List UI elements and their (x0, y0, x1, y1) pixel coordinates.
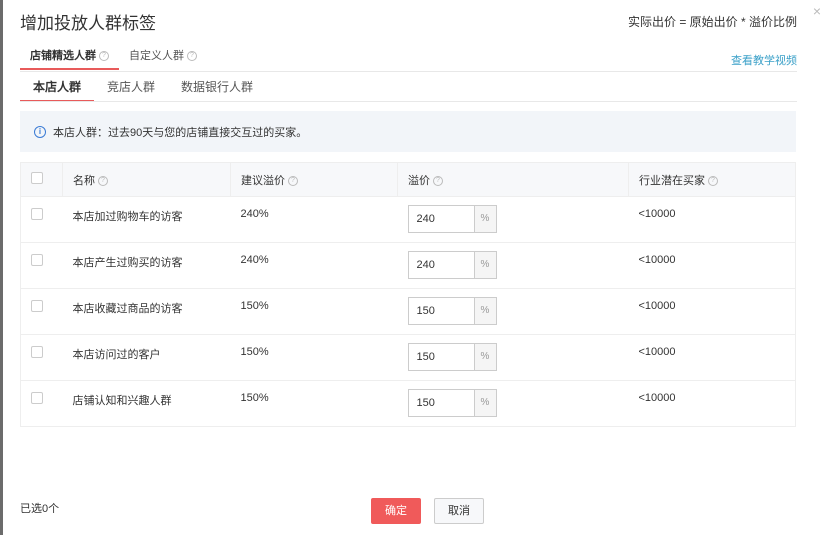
row-checkbox[interactable] (31, 300, 43, 312)
row-suggested: 150% (230, 288, 398, 335)
row-buyers: <10000 (628, 196, 796, 243)
row-name: 本店产生过购买的访客 (62, 242, 231, 289)
info-icon: i (34, 125, 46, 138)
price-formula: 实际出价 = 原始出价 * 溢价比例 (627, 15, 797, 29)
row-checkbox[interactable] (31, 392, 43, 404)
table-row: 本店访问过的客户 150% % <10000 (20, 334, 796, 381)
divider (20, 71, 797, 72)
premium-input-group: % (407, 297, 497, 325)
premium-input[interactable] (407, 389, 474, 417)
row-buyers: <10000 (628, 334, 796, 381)
percent-suffix: % (473, 251, 497, 279)
row-buyers: <10000 (628, 288, 796, 335)
tab-competitor-crowd[interactable]: 竞店人群 (94, 74, 168, 102)
row-checkbox[interactable] (31, 346, 43, 358)
tab-custom-crowd[interactable]: 自定义人群? (119, 44, 207, 70)
row-suggested: 150% (230, 334, 398, 381)
row-name: 店铺认知和兴趣人群 (62, 380, 231, 427)
background-edge (0, 0, 3, 535)
header-premium: 溢价 (408, 174, 430, 187)
info-text: 本店人群：过去90天与您的店铺直接交互过的买家。 (53, 126, 308, 139)
help-icon[interactable]: ? (288, 175, 298, 186)
tutorial-video-link[interactable]: 查看教学视频 (731, 52, 797, 68)
premium-input[interactable] (407, 343, 474, 371)
confirm-button[interactable]: 确定 (371, 498, 421, 524)
premium-input-group: % (407, 205, 497, 233)
row-buyers: <10000 (628, 242, 796, 289)
row-suggested: 150% (230, 380, 398, 427)
table-row: 店铺认知和兴趣人群 150% % <10000 (20, 380, 796, 427)
tab-data-bank-crowd[interactable]: 数据银行人群 (168, 74, 266, 102)
help-icon[interactable]: ? (433, 175, 443, 186)
table-header: 名称? 建议溢价? 溢价? 行业潜在买家? (20, 162, 796, 197)
premium-input-group: % (407, 251, 497, 279)
dialog-title: 增加投放人群标签 (20, 14, 156, 33)
row-name: 本店访问过的客户 (62, 334, 231, 381)
cancel-button[interactable]: 取消 (434, 498, 484, 524)
help-icon[interactable]: ? (187, 51, 197, 62)
select-all-checkbox[interactable] (31, 172, 43, 184)
row-suggested: 240% (230, 196, 398, 243)
header-suggested: 建议溢价 (241, 174, 285, 187)
primary-tabs: 店铺精选人群? 自定义人群? (20, 44, 207, 70)
table-row: 本店加过购物车的访客 240% % <10000 (20, 196, 796, 243)
close-icon[interactable]: × (813, 3, 821, 19)
row-checkbox[interactable] (31, 208, 43, 220)
premium-input[interactable] (407, 251, 474, 279)
header-buyers: 行业潜在买家 (639, 174, 705, 187)
table-row: 本店产生过购买的访客 240% % <10000 (20, 242, 796, 289)
help-icon[interactable]: ? (98, 175, 108, 186)
percent-suffix: % (473, 297, 497, 325)
percent-suffix: % (473, 343, 497, 371)
premium-input-group: % (407, 343, 497, 371)
premium-input[interactable] (407, 297, 474, 325)
premium-input-group: % (407, 389, 497, 417)
info-banner: i 本店人群：过去90天与您的店铺直接交互过的买家。 (20, 111, 796, 152)
help-icon[interactable]: ? (708, 175, 718, 186)
percent-suffix: % (473, 389, 497, 417)
table-row: 本店收藏过商品的访客 150% % <10000 (20, 288, 796, 335)
row-name: 本店加过购物车的访客 (62, 196, 231, 243)
row-buyers: <10000 (628, 380, 796, 427)
row-checkbox[interactable] (31, 254, 43, 266)
premium-input[interactable] (407, 205, 474, 233)
row-suggested: 240% (230, 242, 398, 289)
header-name: 名称 (73, 174, 95, 187)
secondary-tabs: 本店人群 竞店人群 数据银行人群 (20, 74, 266, 102)
tab-own-store-crowd[interactable]: 本店人群 (20, 74, 95, 102)
selected-count: 已选0个 (20, 503, 60, 515)
tab-store-selected-crowd[interactable]: 店铺精选人群? (20, 44, 119, 70)
crowd-table: 名称? 建议溢价? 溢价? 行业潜在买家? 本店加过购物车的访客 240% % … (20, 162, 796, 427)
divider (20, 101, 797, 102)
row-name: 本店收藏过商品的访客 (62, 288, 231, 335)
percent-suffix: % (473, 205, 497, 233)
help-icon[interactable]: ? (99, 51, 109, 62)
